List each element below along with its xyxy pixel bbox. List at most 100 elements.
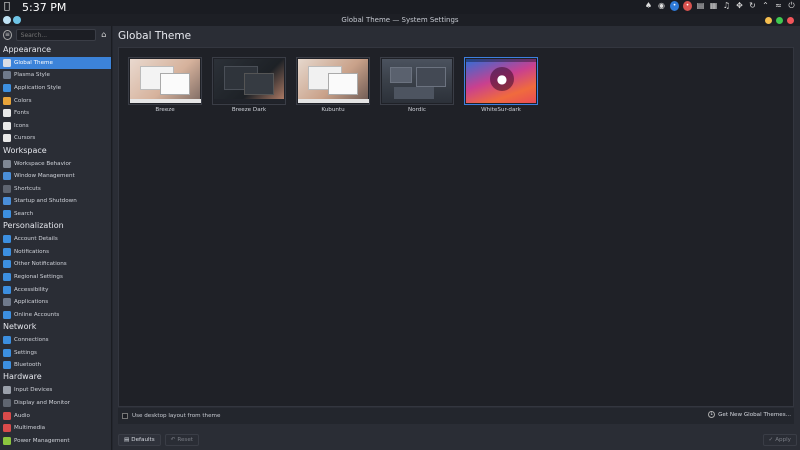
sidebar-item-audio[interactable]: Audio xyxy=(0,409,111,422)
power-icon[interactable]: ⏻ xyxy=(787,1,796,11)
sidebar-item-label: Search xyxy=(14,211,34,218)
online-accounts-icon xyxy=(3,310,11,319)
search-input[interactable] xyxy=(15,29,96,41)
system-tray: ♠ ◉ • • ▤ ▦ ♫ ✥ ↻ ⌃ ≈ ⏻ xyxy=(644,1,796,11)
minimize-button[interactable] xyxy=(765,17,772,24)
sidebar-item-applications[interactable]: Applications xyxy=(0,296,111,309)
sidebar-item-label: Plasma Style xyxy=(14,72,50,79)
sidebar-item-other-notifications[interactable]: Other Notifications xyxy=(0,258,111,271)
sidebar-item-label: Online Accounts xyxy=(14,311,60,318)
sidebar-item-cursors[interactable]: Cursors xyxy=(0,132,111,145)
sidebar-item-shortcuts[interactable]: Shortcuts xyxy=(0,183,111,196)
calendar-icon[interactable]: ▦ xyxy=(709,1,718,11)
wifi-icon[interactable]: ≈ xyxy=(774,1,783,11)
discord-icon[interactable]: ◉ xyxy=(657,1,666,11)
sidebar-item-label: Regional Settings xyxy=(14,273,63,280)
tray-alert-icon[interactable]: • xyxy=(683,1,692,11)
applications-icon xyxy=(3,298,11,307)
chevron-up-icon[interactable]: ⌃ xyxy=(761,1,770,11)
sidebar-item-plasma-style[interactable]: Plasma Style xyxy=(0,69,111,82)
sidebar-item-label: Accessibility xyxy=(14,286,49,293)
checkmark-icon: ✓ xyxy=(768,437,774,443)
sidebar-item-label: Startup and Shutdown xyxy=(14,198,77,205)
theme-thumbnail-kubuntu[interactable] xyxy=(296,57,370,105)
sidebar-item-accessibility[interactable]: Accessibility xyxy=(0,283,111,296)
sidebar-item-multimedia[interactable]: Multimedia xyxy=(0,422,111,435)
sidebar-item-label: Global Theme xyxy=(14,59,53,66)
cursors-icon xyxy=(3,134,11,143)
clipboard-icon[interactable]: ▤ xyxy=(696,1,705,11)
footer-bar: ▤ Defaults ↶ Reset ✓ Apply xyxy=(113,430,800,450)
hamburger-menu-icon[interactable]: ≡ xyxy=(3,30,12,40)
sidebar-item-regional-settings[interactable]: Regional Settings xyxy=(0,271,111,284)
sidebar-item-colors[interactable]: Colors xyxy=(0,94,111,107)
maximize-button[interactable] xyxy=(776,17,783,24)
sidebar-item-input-devices[interactable]: Input Devices xyxy=(0,384,111,397)
sidebar-item-bluetooth[interactable]: Bluetooth xyxy=(0,359,111,372)
sidebar-item-label: Account Details xyxy=(14,236,58,243)
window-titlebar: Global Theme — System Settings xyxy=(0,14,800,26)
sidebar-category: Workspace xyxy=(3,145,47,155)
accessibility-icon xyxy=(3,285,11,294)
theme-thumbnail-breeze-dark[interactable] xyxy=(212,57,286,105)
apply-label: Apply xyxy=(775,437,791,443)
close-button[interactable] xyxy=(787,17,794,24)
sidebar-item-display-and-monitor[interactable]: Display and Monitor xyxy=(0,397,111,410)
sidebar-item-label: Settings xyxy=(14,349,37,356)
sidebar-item-label: Multimedia xyxy=(14,425,46,432)
bluetooth-icon xyxy=(3,361,11,370)
theme-thumbnail-breeze[interactable] xyxy=(128,57,202,105)
sidebar-item-settings[interactable]: Settings xyxy=(0,346,111,359)
sidebar-item-account-details[interactable]: Account Details xyxy=(0,233,111,246)
apple-menu-icon[interactable]:  xyxy=(4,0,18,14)
sidebar-item-startup-and-shutdown[interactable]: Startup and Shutdown xyxy=(0,195,111,208)
clock[interactable]: 5:37 PM xyxy=(22,1,66,14)
theme-thumbnail-whitesur-dark[interactable]: ● xyxy=(464,57,538,105)
defaults-label: Defaults xyxy=(131,437,155,443)
sidebar-category: Personalization xyxy=(3,221,64,231)
sidebar-item-label: Shortcuts xyxy=(14,185,41,192)
workspace-behavior-icon xyxy=(3,159,11,168)
sidebar-item-label: Applications xyxy=(14,299,49,306)
sidebar-item-window-management[interactable]: Window Management xyxy=(0,170,111,183)
sidebar-item-power-management[interactable]: Power Management xyxy=(0,434,111,447)
input-devices-icon xyxy=(3,386,11,395)
sidebar-item-search[interactable]: Search xyxy=(0,208,111,221)
shortcuts-icon xyxy=(3,184,11,193)
sidebar-item-global-theme[interactable]: Global Theme xyxy=(0,56,111,70)
reset-icon: ↶ xyxy=(170,437,176,443)
bluetooth-tray-icon[interactable]: ✥ xyxy=(735,1,744,11)
use-desktop-layout-checkbox[interactable] xyxy=(122,413,128,419)
home-icon[interactable]: ⌂ xyxy=(100,30,108,40)
sidebar-item-label: Power Management xyxy=(14,437,70,444)
regional-settings-icon xyxy=(3,272,11,281)
power-management-icon xyxy=(3,436,11,445)
theme-label: WhiteSur-dark xyxy=(481,107,521,113)
tray-app-icon[interactable]: • xyxy=(670,1,679,11)
sidebar-item-label: Display and Monitor xyxy=(14,399,70,406)
reset-button[interactable]: ↶ Reset xyxy=(164,434,199,446)
sidebar-item-notifications[interactable]: Notifications xyxy=(0,246,111,259)
sidebar-item-label: Icons xyxy=(14,122,29,129)
sidebar-category: Network xyxy=(3,322,37,332)
sidebar-item-online-accounts[interactable]: Online Accounts xyxy=(0,308,111,321)
volume-icon[interactable]: ♫ xyxy=(722,1,731,11)
notification-bell-icon[interactable]: ♠ xyxy=(644,1,653,11)
apply-button[interactable]: ✓ Apply xyxy=(762,434,797,446)
defaults-button[interactable]: ▤ Defaults xyxy=(118,434,161,446)
sidebar: ≡ ⌂ AppearanceGlobal ThemePlasma StyleAp… xyxy=(0,26,112,450)
theme-grid: Breeze Breeze Dark Kubuntu Nordic ● Whit… xyxy=(118,47,794,407)
main-content: Global Theme Breeze Breeze Dark Kubuntu … xyxy=(113,26,800,450)
sidebar-item-application-style[interactable]: Application Style xyxy=(0,82,111,95)
updates-icon[interactable]: ↻ xyxy=(748,1,757,11)
sidebar-item-connections[interactable]: Connections xyxy=(0,334,111,347)
sidebar-item-workspace-behavior[interactable]: Workspace Behavior xyxy=(0,157,111,170)
sidebar-item-label: Window Management xyxy=(14,173,75,180)
sidebar-item-label: Cursors xyxy=(14,135,36,142)
get-new-themes-button[interactable]: ↓ Get New Global Themes... xyxy=(708,411,791,418)
connections-icon xyxy=(3,335,11,344)
sidebar-item-icons[interactable]: Icons xyxy=(0,120,111,133)
theme-thumbnail-nordic[interactable] xyxy=(380,57,454,105)
sidebar-item-label: Notifications xyxy=(14,248,50,255)
sidebar-item-fonts[interactable]: Fonts xyxy=(0,107,111,120)
